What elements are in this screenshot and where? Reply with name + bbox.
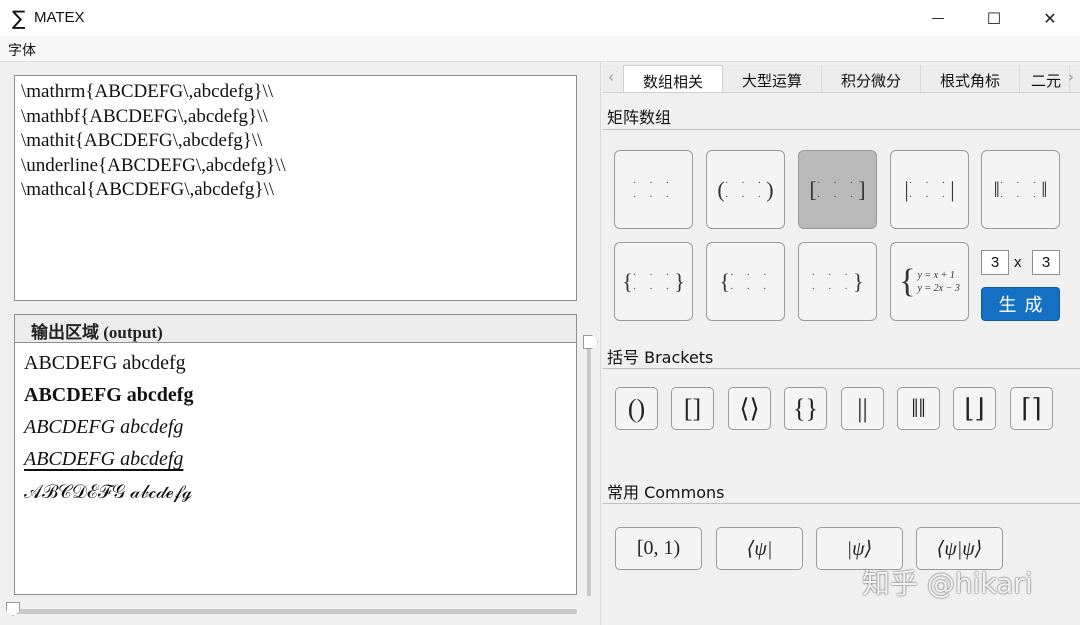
matrix-dots: · · · · · · — [811, 268, 853, 295]
matrix-bracket-button[interactable]: [· · · · · ·] — [798, 150, 877, 229]
equation-system-button[interactable]: {y = x + 1y = 2x − 3 — [890, 242, 969, 321]
output-header: 输出区域 (output) — [14, 314, 577, 343]
editor-line: \mathbf{ABCDEFG\,abcdefg}\\ — [21, 105, 268, 127]
matrix-dots: · · · · · · — [999, 176, 1042, 203]
minimize-button[interactable]: — — [910, 0, 966, 36]
window-title: MATEX — [34, 9, 85, 26]
matrix-dots: · · · · · · — [816, 176, 859, 203]
common-interval-button[interactable]: [0, 1) — [615, 527, 702, 570]
bracket-floor-button[interactable]: ⌊⌋ — [953, 387, 996, 430]
sigma-icon: ∑ — [12, 6, 26, 30]
matrix-dots: · · · · · · — [730, 268, 772, 295]
right-delimiter: ‖ — [1041, 176, 1048, 202]
horizontal-splitter[interactable] — [14, 609, 577, 614]
watermark: 知乎 @hikari — [862, 567, 1033, 600]
editor-line: \mathrm{ABCDEFG\,abcdefg}\\ — [21, 81, 274, 102]
generate-button[interactable]: 生成 — [981, 287, 1060, 321]
matrix-paren-button[interactable]: (· · · · · ·) — [706, 150, 785, 229]
tab-scroll-left-icon[interactable]: ‹ — [608, 68, 614, 86]
output-line-bold: ABCDEFG abcdefg — [24, 384, 194, 406]
output-line-roman: ABCDEFG abcdefg — [24, 352, 186, 374]
tab-scroll-right-icon[interactable]: › — [1068, 68, 1074, 86]
matrix-plain-button[interactable]: · · · · · · — [614, 150, 693, 229]
bracket-curly-button[interactable]: {} — [784, 387, 827, 430]
editor-line: \mathit{ABCDEFG\,abcdefg}\\ — [21, 130, 263, 151]
section-divider — [603, 368, 1080, 369]
editor-line: \mathcal{ABCDEFG\,abcdefg}\\ — [21, 179, 275, 200]
bracket-paren-button[interactable]: () — [615, 387, 658, 430]
matrix-left-brace-button[interactable]: {· · · · · · — [706, 242, 785, 321]
vertical-splitter[interactable] — [587, 346, 591, 596]
right-delimiter: | — [950, 176, 955, 202]
editor-line: \underline{ABCDEFG\,abcdefg}\\ — [21, 154, 286, 176]
output-title: 输出区域 (output) — [31, 323, 163, 342]
panel-divider — [600, 62, 601, 625]
left-delimiter: { — [719, 268, 731, 294]
output-line-calligraphic: 𝒜ℬ𝒞𝒟ℰℱ𝒢 𝒶𝒷𝒸𝒹ℯ𝒻ℊ — [24, 482, 193, 503]
matrix-dots: · · · · · · — [724, 176, 767, 203]
output-line-italic: ABCDEFG abcdefg — [24, 416, 184, 438]
output-area: ABCDEFG abcdefg ABCDEFG abcdefg ABCDEFG … — [14, 343, 577, 595]
tab-binary[interactable]: 二元 — [1020, 65, 1070, 92]
system-lines: y = x + 1y = 2x − 3 — [917, 269, 960, 294]
matrix-dots: · · · · · · — [632, 268, 675, 295]
latex-editor[interactable]: \mathrm{ABCDEFG\,abcdefg}\\ \mathbf{ABCD… — [14, 75, 577, 301]
minimize-icon: — — [931, 10, 945, 26]
vertical-splitter-handle[interactable] — [583, 335, 598, 349]
section-divider — [603, 503, 1080, 504]
cols-input[interactable]: 3 — [1032, 250, 1060, 275]
right-delimiter: ) — [766, 176, 774, 202]
times-label: x — [1014, 254, 1022, 271]
tab-large-operators[interactable]: 大型运算 — [723, 65, 822, 92]
bracket-square-button[interactable]: [] — [671, 387, 714, 430]
matrix-double-vbar-button[interactable]: ‖ · · · · · · ‖ — [981, 150, 1060, 229]
matrix-dots: · · · · · · — [908, 176, 951, 203]
menu-item-font[interactable]: 字体 — [8, 40, 36, 60]
bracket-abs-button[interactable]: || — [841, 387, 884, 430]
maximize-icon: ☐ — [986, 8, 1002, 28]
matrix-right-brace-button[interactable]: · · · · · ·} — [798, 242, 877, 321]
matrix-vbar-button[interactable]: | · · · · · · | — [890, 150, 969, 229]
section-label-matrix: 矩阵数组 — [607, 108, 672, 127]
maximize-button[interactable]: ☐ — [966, 0, 1022, 36]
tab-radical-subscript[interactable]: 根式角标 — [921, 65, 1020, 92]
close-button[interactable]: ✕ — [1022, 0, 1078, 36]
matrix-brace-button[interactable]: {· · · · · ·} — [614, 242, 693, 321]
close-icon: ✕ — [1043, 8, 1057, 28]
section-divider — [603, 129, 1080, 130]
tab-array[interactable]: 数组相关 — [623, 65, 723, 92]
bracket-norm-button[interactable]: ‖‖ — [897, 387, 940, 430]
right-delimiter: ] — [858, 176, 866, 202]
common-bra-button[interactable]: ⟨ψ| — [716, 527, 803, 570]
right-delimiter: } — [852, 268, 864, 294]
right-delimiter: } — [674, 268, 685, 294]
tab-bar: ‹ 数组相关 大型运算 积分微分 根式角标 二元 › — [603, 65, 1080, 93]
rows-input[interactable]: 3 — [981, 250, 1009, 275]
section-label-commons: 常用 Commons — [607, 483, 725, 502]
output-line-underline: ABCDEFG abcdefg — [24, 448, 184, 470]
left-delimiter: ( — [717, 176, 725, 202]
bracket-ceil-button[interactable]: ⌈⌉ — [1010, 387, 1053, 430]
matrix-dots: · · · · · · — [632, 176, 675, 203]
title-bar: ∑ MATEX — ☐ ✕ — [0, 0, 1080, 36]
section-label-brackets: 括号 Brackets — [607, 348, 714, 367]
system-brace: { — [899, 262, 916, 300]
left-delimiter: [ — [809, 176, 817, 202]
menu-bar: 字体 — [0, 36, 1080, 62]
bracket-angle-button[interactable]: ⟨⟩ — [728, 387, 771, 430]
tab-integral-derivative[interactable]: 积分微分 — [822, 65, 921, 92]
left-delimiter: { — [622, 268, 633, 294]
